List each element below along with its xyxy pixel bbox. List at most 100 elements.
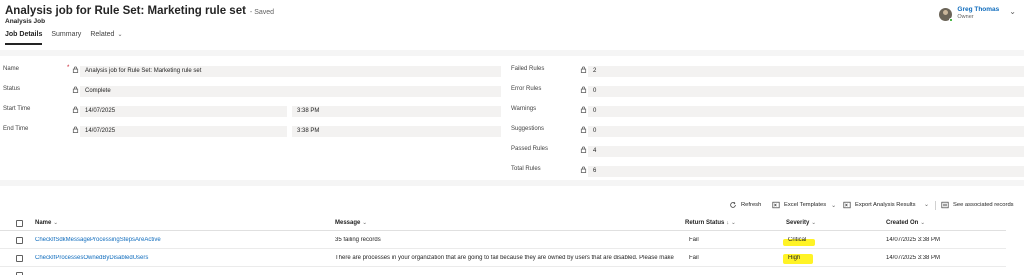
chevron-down-icon[interactable]: ⌄	[1009, 7, 1016, 16]
message-cell: 35 failing records	[335, 237, 381, 243]
tab-related[interactable]: Related ⌄	[90, 31, 122, 45]
excel-templates-label: Excel Templates	[784, 202, 827, 208]
passed-rules-label: Passed Rules	[511, 146, 549, 152]
total-rules-field: 6	[588, 166, 1024, 177]
lock-icon	[580, 126, 587, 133]
lock-icon	[580, 106, 587, 113]
column-label: Severity	[786, 220, 810, 226]
record-header: Analysis job for Rule Set: Marketing rul…	[0, 0, 1024, 54]
export-label: Export Analysis Results	[855, 202, 916, 208]
form-section-background: Name * Analysis job for Rule Set: Market…	[0, 50, 1024, 186]
tab-summary[interactable]: Summary	[51, 31, 81, 45]
entity-type: Analysis Job	[5, 18, 46, 25]
column-label: Name	[35, 220, 52, 226]
lock-icon	[580, 66, 587, 73]
end-date-field: 14/07/2025	[80, 126, 287, 137]
start-time-field: 3:38 PM	[292, 106, 501, 117]
refresh-icon	[730, 201, 736, 208]
chevron-down-icon: ⌄	[117, 32, 123, 38]
required-marker: *	[67, 65, 70, 71]
passed-rules-field: 4	[588, 146, 1024, 157]
excel-export-icon	[843, 201, 851, 209]
error-rules-field: 0	[588, 86, 1024, 97]
owner-block[interactable]: Greg Thomas Owner ⌄	[939, 6, 1016, 22]
tab-label: Job Details	[5, 31, 43, 38]
table-row[interactable]: CheckIfProcessesOwnedByDisabledUsers The…	[0, 250, 1006, 267]
saved-status: - Saved	[249, 9, 275, 16]
start-date-field: 14/07/2025	[80, 106, 287, 117]
total-rules-label: Total Rules	[511, 166, 541, 172]
export-menu-chevron[interactable]: ⌄	[924, 201, 929, 208]
start-time-label: Start Time	[3, 106, 31, 112]
warnings-label: Warnings	[511, 106, 537, 112]
excel-icon	[772, 201, 780, 209]
owner-role: Owner	[957, 14, 974, 20]
see-associated-label: See associated records	[953, 202, 1014, 208]
severity-cell: Critical	[788, 237, 807, 243]
associated-records-icon	[941, 201, 949, 209]
refresh-label: Refresh	[741, 202, 762, 208]
column-header-return-status[interactable]: Return Status ↓ ⌄	[685, 220, 736, 226]
divider	[935, 201, 936, 210]
table-row-partial[interactable]	[0, 268, 1006, 275]
row-checkbox[interactable]	[16, 237, 23, 244]
column-header-name[interactable]: Name ⌄	[35, 220, 58, 226]
rule-name-link[interactable]: CheckIfProcessesOwnedByDisabledUsers	[35, 255, 325, 261]
see-associated-records-button[interactable]: See associated records	[941, 201, 1014, 209]
tab-label: Related	[90, 31, 115, 38]
lock-icon	[72, 126, 79, 133]
name-field: Analysis job for Rule Set: Marketing rul…	[80, 66, 501, 77]
excel-templates-button[interactable]: Excel Templates ⌄	[772, 201, 836, 209]
message-cell: There are processes in your organization…	[335, 255, 675, 261]
return-status-cell: Fail	[689, 255, 699, 261]
chevron-down-icon: ⌄	[362, 220, 367, 226]
return-status-cell: Fail	[689, 237, 699, 243]
failed-rules-field: 2	[588, 66, 1024, 77]
form-section: Name * Analysis job for Rule Set: Market…	[0, 56, 1024, 180]
created-on-cell: 14/07/2025 3:38 PM	[886, 237, 941, 243]
suggestions-label: Suggestions	[511, 126, 545, 132]
rule-name-link[interactable]: CheckIfSdkMessageProcessingStepsAreActiv…	[35, 237, 325, 243]
analysis-results-grid: Name ⌄ Message ⌄ Return Status ↓ ⌄ Severity ⌄…	[0, 216, 1024, 275]
tab-label: Summary	[51, 31, 82, 38]
chevron-down-icon: ⌄	[831, 202, 837, 209]
title-row: Analysis job for Rule Set: Marketing rul…	[5, 5, 274, 17]
warnings-field: 0	[588, 106, 1024, 117]
refresh-button[interactable]: Refresh	[729, 201, 761, 209]
subgrid-command-bar: Refresh Excel Templates ⌄ Export Analysi…	[0, 197, 1024, 213]
record-title: Analysis job for Rule Set: Marketing rul…	[5, 5, 246, 17]
lock-icon	[580, 166, 587, 173]
grid-header-row: Name ⌄ Message ⌄ Return Status ↓ ⌄ Severity ⌄…	[0, 216, 1006, 231]
column-label: Return Status	[685, 220, 725, 226]
chevron-down-icon: ⌄	[924, 202, 930, 208]
select-all-checkbox[interactable]	[16, 220, 23, 227]
status-field: Complete	[80, 86, 501, 97]
sort-down-icon: ↓	[726, 220, 730, 226]
lock-icon	[72, 66, 79, 73]
form-tabs: Job Details Summary Related ⌄	[5, 31, 131, 45]
lock-icon	[580, 86, 587, 93]
owner-name[interactable]: Greg Thomas	[957, 6, 999, 13]
chevron-down-icon: ⌄	[731, 220, 736, 226]
failed-rules-label: Failed Rules	[511, 66, 545, 72]
suggestions-field: 0	[588, 126, 1024, 137]
column-label: Message	[335, 220, 361, 226]
column-label: Created On	[886, 220, 919, 226]
lock-icon	[72, 86, 79, 93]
name-label: Name	[3, 66, 20, 72]
column-header-severity[interactable]: Severity ⌄	[786, 220, 816, 226]
export-analysis-results-button[interactable]: Export Analysis Results	[843, 201, 916, 209]
error-rules-label: Error Rules	[511, 86, 542, 92]
chevron-down-icon: ⌄	[53, 220, 58, 226]
chevron-down-icon: ⌄	[811, 220, 816, 226]
end-time-label: End Time	[3, 126, 29, 132]
tab-job-details[interactable]: Job Details	[5, 31, 43, 45]
lock-icon	[72, 106, 79, 113]
row-checkbox[interactable]	[16, 255, 23, 262]
column-header-created-on[interactable]: Created On ⌄	[886, 220, 925, 226]
end-time-field: 3:38 PM	[292, 126, 501, 137]
presence-dot	[949, 18, 954, 22]
table-row[interactable]: CheckIfSdkMessageProcessingStepsAreActiv…	[0, 232, 1006, 249]
column-header-message[interactable]: Message ⌄	[335, 220, 367, 226]
severity-cell: High	[788, 255, 801, 261]
